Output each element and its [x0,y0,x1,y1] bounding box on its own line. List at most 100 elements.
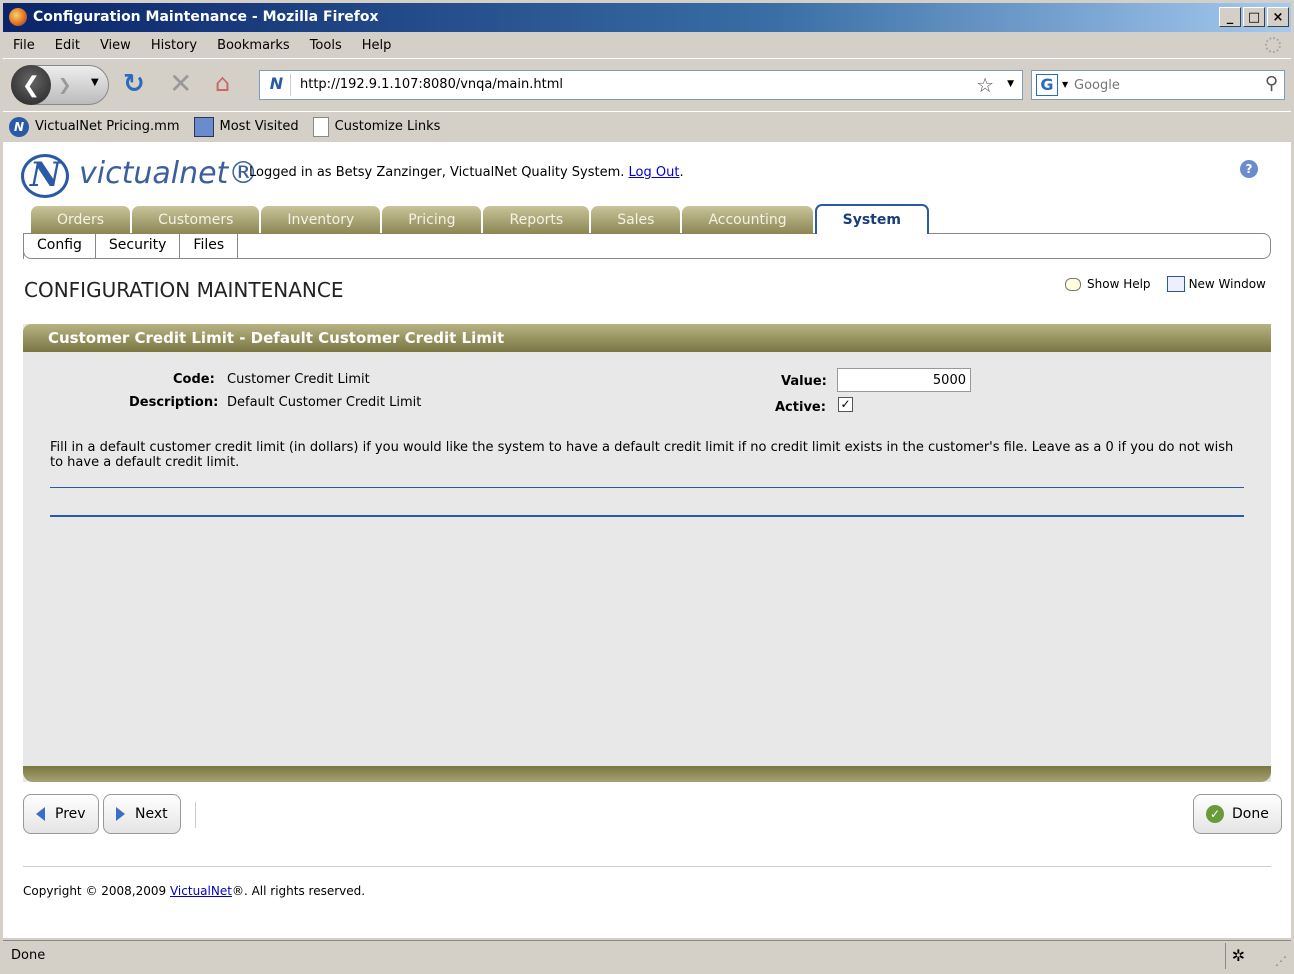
throbber-icon [1265,37,1281,53]
menu-view[interactable]: View [100,38,131,53]
addon-icon[interactable]: ✲ [1225,943,1251,969]
victualnet-logo: N victualnet® [21,150,258,200]
help-text: Fill in a default customer credit limit … [50,440,1234,470]
subtab-config[interactable]: Config [23,233,96,259]
value-label: Value: [781,374,827,389]
description-value: Default Customer Credit Limit [227,395,422,410]
sub-tabs: Config Security Files [23,233,239,259]
search-icon[interactable]: ⚲ [1265,73,1278,94]
menu-history[interactable]: History [151,38,197,53]
url-dropdown-icon[interactable]: ▼ [1007,79,1014,89]
menu-help[interactable]: Help [362,38,392,53]
bookmark-customize-links[interactable]: Customize Links [312,116,441,137]
menu-bar: File Edit View History Bookmarks Tools H… [3,32,1291,58]
address-bar[interactable]: N http://192.9.1.107:8080/vnqa/main.html… [259,70,1023,100]
bookmark-label: VictualNet Pricing.mm [35,119,180,134]
forward-button[interactable]: ❯ [58,75,71,94]
tab-reports[interactable]: Reports [483,206,590,234]
history-dropdown-icon[interactable]: ▼ [91,77,99,88]
close-button[interactable]: × [1267,7,1289,27]
copyright: Copyright © 2008,2009 VictualNet®. All r… [23,884,365,898]
back-button[interactable]: ❮ [11,65,51,105]
prev-button[interactable]: Prev [23,794,99,834]
tab-orders[interactable]: Orders [31,206,131,234]
google-engine-icon[interactable]: G [1036,74,1058,96]
show-help-label: Show Help [1087,277,1151,291]
code-label: Code: [173,372,215,387]
logout-link[interactable]: Log Out [629,165,680,180]
stop-button[interactable]: ✕ [169,67,192,100]
victualnet-link[interactable]: VictualNet [170,884,232,898]
menu-edit[interactable]: Edit [55,38,80,53]
panel-footer [23,766,1271,782]
copyright-suffix: ®. All rights reserved. [231,884,366,898]
config-panel: Customer Credit Limit - Default Customer… [23,324,1271,782]
bookmark-star-icon[interactable]: ☆ [976,73,994,97]
menu-bookmarks[interactable]: Bookmarks [217,38,290,53]
bookmark-victualnet-pricing[interactable]: N VictualNet Pricing.mm [9,116,180,137]
new-window-label: New Window [1188,277,1266,291]
value-input[interactable] [837,368,971,392]
subtab-files[interactable]: Files [180,233,239,259]
search-bar[interactable]: G ▼ ⚲ [1031,70,1285,100]
active-checkbox[interactable]: ✓ [838,397,853,412]
status-text: Done [11,948,46,963]
divider [50,515,1244,517]
next-label: Next [135,806,168,822]
status-bar: Done ✲ ⋰ [3,940,1291,971]
victualnet-icon: N [9,116,29,137]
maximize-button[interactable]: □ [1243,7,1265,27]
page-icon [312,116,329,137]
resize-grip-icon[interactable]: ⋰ [1275,954,1287,968]
navigation-toolbar: ❮ ❯ ▼ ↻ ✕ ⌂ N http://192.9.1.107:8080/vn… [3,58,1291,110]
copyright-prefix: Copyright © 2008,2009 [23,884,170,898]
page-content: N victualnet® Logged in as Betsy Zanzing… [3,142,1291,938]
subtab-security[interactable]: Security [96,233,181,259]
arrow-left-icon [36,807,45,821]
bookmark-label: Most Visited [219,119,299,134]
tab-sales[interactable]: Sales [591,206,681,234]
tab-customers[interactable]: Customers [132,206,260,234]
panel-header: Customer Credit Limit - Default Customer… [23,324,1271,352]
firefox-icon [9,8,27,26]
window-title-bar: Configuration Maintenance - Mozilla Fire… [0,0,1294,32]
menu-file[interactable]: File [13,38,35,53]
new-window-icon [1166,276,1185,292]
url-text[interactable]: http://192.9.1.107:8080/vnqa/main.html [300,77,563,92]
tab-pricing[interactable]: Pricing [382,206,482,234]
code-value: Customer Credit Limit [227,372,370,387]
next-button[interactable]: Next [103,794,181,834]
tab-system[interactable]: System [814,204,929,234]
divider [195,802,196,828]
login-suffix: . [679,165,684,180]
speech-bubble-icon [1065,277,1081,291]
new-window-link[interactable]: New Window [1166,276,1266,292]
tab-inventory[interactable]: Inventory [261,206,381,234]
done-label: Done [1232,806,1269,822]
site-icon: N [263,74,291,96]
window-title: Configuration Maintenance - Mozilla Fire… [33,9,379,25]
divider [50,487,1244,488]
done-button[interactable]: ✓ Done [1193,794,1282,834]
reload-button[interactable]: ↻ [123,69,145,99]
folder-icon [193,116,214,137]
bookmarks-toolbar: N VictualNet Pricing.mm Most Visited Cus… [3,111,1291,141]
show-help-link[interactable]: Show Help [1065,276,1151,292]
description-label: Description: [129,395,219,410]
main-tabs: Orders Customers Inventory Pricing Repor… [31,204,931,234]
logo-n-icon: N [30,155,62,195]
prev-label: Prev [55,806,86,822]
logo-text: victualnet® [79,156,259,191]
bookmark-label: Customize Links [334,119,441,134]
tab-accounting[interactable]: Accounting [682,206,813,234]
divider [23,866,1271,867]
active-label: Active: [775,400,826,415]
engine-dropdown-icon[interactable]: ▼ [1062,80,1068,89]
minimize-button[interactable]: _ [1219,7,1241,27]
menu-tools[interactable]: Tools [310,38,342,53]
help-icon[interactable]: ? [1240,160,1258,178]
bookmark-most-visited[interactable]: Most Visited [193,116,299,137]
home-button[interactable]: ⌂ [215,69,230,97]
search-input[interactable] [1074,75,1249,95]
login-info: Logged in as Betsy Zanzinger, VictualNet… [249,165,684,180]
